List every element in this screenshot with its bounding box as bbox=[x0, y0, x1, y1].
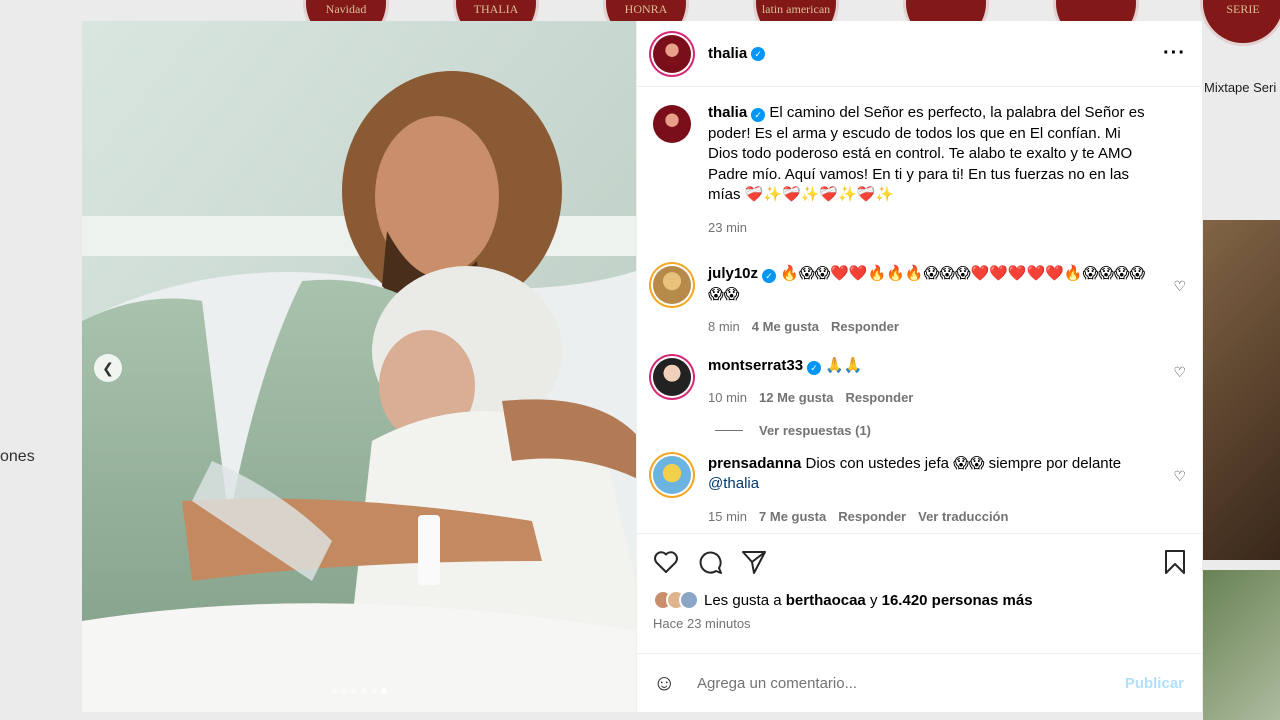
publish-button[interactable]: Publicar bbox=[1125, 675, 1184, 692]
comment-time[interactable]: 15 min bbox=[708, 507, 747, 528]
carousel-dot bbox=[331, 688, 337, 694]
avatar[interactable] bbox=[653, 266, 691, 304]
view-replies-button[interactable]: Ver respuestas (1) bbox=[715, 423, 1186, 438]
post-image-illustration bbox=[82, 21, 636, 712]
post-username[interactable]: thalia bbox=[708, 45, 747, 62]
reply-button[interactable]: Responder bbox=[831, 317, 899, 338]
mention-link[interactable]: @thalia bbox=[708, 475, 759, 492]
heart-icon[interactable] bbox=[653, 550, 679, 574]
avatar[interactable] bbox=[653, 455, 691, 494]
share-icon[interactable] bbox=[741, 549, 767, 575]
comment-likes[interactable]: 12 Me gusta bbox=[759, 388, 833, 409]
comment-username[interactable]: prensadanna bbox=[708, 455, 801, 472]
view-replies-label: Ver respuestas (1) bbox=[759, 422, 872, 438]
comment-like-heart-icon[interactable]: ♡ bbox=[1173, 468, 1186, 485]
verified-icon: ✓ bbox=[751, 46, 766, 61]
carousel-dot bbox=[361, 688, 367, 694]
caption-username[interactable]: thalia bbox=[708, 104, 747, 121]
comment-input[interactable] bbox=[697, 674, 1125, 692]
comment-text: Dios con ustedes jefa 😱😱 siempre por del… bbox=[805, 454, 1122, 472]
avatar[interactable] bbox=[653, 357, 691, 396]
comment-icon[interactable] bbox=[697, 549, 723, 575]
verified-icon: ✓ bbox=[807, 360, 822, 375]
comment: prensadanna Dios con ustedes jefa 😱😱 sie… bbox=[653, 454, 1186, 528]
reply-button[interactable]: Responder bbox=[845, 388, 913, 409]
liker-avatars bbox=[653, 590, 699, 610]
comment-like-heart-icon[interactable]: ♡ bbox=[1173, 364, 1186, 381]
verified-icon: ✓ bbox=[751, 108, 766, 122]
comment-likes[interactable]: 4 Me gusta bbox=[752, 317, 819, 338]
comment: july10z ✓ 🔥😱😱❤️❤️🔥🔥🔥😱😱😱❤️❤️❤️❤️❤️🔥😱😱😱😱😱😱 … bbox=[653, 264, 1186, 338]
carousel-indicator bbox=[82, 688, 636, 694]
comment-text: 🙏🙏 bbox=[825, 356, 863, 374]
comments-list[interactable]: thalia ✓ El camino del Señor es perfecto,… bbox=[637, 87, 1202, 533]
comment-time[interactable]: 10 min bbox=[708, 388, 747, 409]
likes-count[interactable]: 16.420 personas más bbox=[882, 592, 1033, 609]
post-timestamp: Hace 23 minutos bbox=[653, 616, 751, 631]
post-header: thalia ✓ ··· bbox=[637, 21, 1202, 87]
avatar bbox=[679, 590, 699, 610]
likes-conjunction: y bbox=[869, 591, 878, 609]
add-comment-bar: ☺ Publicar bbox=[637, 653, 1202, 712]
comment-username[interactable]: july10z bbox=[708, 265, 758, 282]
carousel-dot bbox=[341, 688, 347, 694]
bookmark-icon[interactable] bbox=[1164, 549, 1186, 575]
post-image[interactable]: ❮ bbox=[82, 21, 636, 712]
avatar[interactable] bbox=[653, 34, 691, 73]
comment-likes[interactable]: 7 Me gusta bbox=[759, 507, 826, 528]
previous-slide-button[interactable]: ❮ bbox=[94, 354, 122, 382]
avatar[interactable] bbox=[653, 105, 691, 143]
carousel-dot bbox=[371, 688, 377, 694]
comment: montserrat33 ✓ 🙏🙏 10 min 12 Me gusta Resp… bbox=[653, 356, 1186, 409]
chevron-left-icon: ❮ bbox=[102, 359, 114, 376]
post-sidebar: thalia ✓ ··· thalia ✓ El camino del Señor… bbox=[636, 21, 1202, 712]
likes-summary: Les gusta a berthaocaa y 16.420 personas… bbox=[653, 590, 1186, 610]
comment-time[interactable]: 8 min bbox=[708, 317, 740, 338]
post-modal: ❮ thalia ✓ ··· thalia ✓ El camino del Señ… bbox=[82, 21, 1202, 712]
carousel-dot bbox=[351, 688, 357, 694]
emoji-icon[interactable]: ☺ bbox=[653, 670, 681, 696]
translate-button[interactable]: Ver traducción bbox=[918, 507, 1008, 528]
liker-username[interactable]: berthaocaa bbox=[786, 592, 866, 609]
carousel-dot-active bbox=[381, 688, 387, 694]
verified-icon: ✓ bbox=[762, 269, 777, 283]
reply-button[interactable]: Responder bbox=[838, 507, 906, 528]
caption-time[interactable]: 23 min bbox=[708, 218, 747, 239]
comment-username[interactable]: montserrat33 bbox=[708, 357, 803, 374]
divider bbox=[715, 429, 743, 431]
likes-prefix: Les gusta a bbox=[704, 591, 782, 609]
caption-text: El camino del Señor es perfecto, la pala… bbox=[708, 104, 1145, 203]
comment-like-heart-icon[interactable]: ♡ bbox=[1173, 278, 1186, 295]
more-icon[interactable]: ··· bbox=[1163, 42, 1186, 65]
caption: thalia ✓ El camino del Señor es perfecto,… bbox=[653, 103, 1186, 238]
post-actions: Les gusta a berthaocaa y 16.420 personas… bbox=[637, 533, 1202, 653]
